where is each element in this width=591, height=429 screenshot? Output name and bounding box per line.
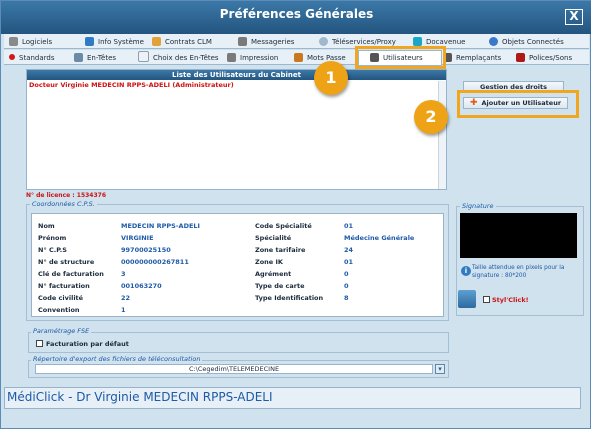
cps-value: VIRGINIE xyxy=(121,234,154,242)
styl-click-label: Styl'Click! xyxy=(492,296,529,304)
highlight-add-user xyxy=(457,90,579,118)
cps-label: Prénom xyxy=(38,234,67,242)
export-legend: Répertoire d'export des fichiers de télé… xyxy=(31,355,203,363)
cps-label: Zone tarifaire xyxy=(255,246,306,254)
cps-value: Médecine Générale xyxy=(344,234,415,242)
cps-legend: Coordonnées C.P.S. xyxy=(30,200,97,208)
cps-value: 01 xyxy=(344,258,354,266)
mail-icon xyxy=(238,37,247,46)
tab-impression[interactable]: Impression xyxy=(227,51,278,65)
license-number: N° de licence : 1534376 xyxy=(26,192,107,199)
cps-value: 1 xyxy=(121,306,126,314)
tab-contrats-clm[interactable]: Contrats CLM xyxy=(152,35,212,49)
wireless-icon xyxy=(489,37,498,46)
billing-default-checkbox[interactable] xyxy=(36,340,43,347)
tab-logiciels[interactable]: Logiciels xyxy=(9,35,52,49)
cps-label: Zone IK xyxy=(255,258,283,266)
cps-value: 22 xyxy=(121,294,131,302)
tab-objets-connectes[interactable]: Objets Connectés xyxy=(489,35,564,49)
cps-label: N° facturation xyxy=(38,282,90,290)
info-icon: i xyxy=(461,266,471,276)
browse-folder-icon[interactable]: ▾ xyxy=(435,364,445,374)
cps-label: N° de structure xyxy=(38,258,95,266)
cps-label: Agrément xyxy=(255,270,292,278)
billing-default-label: Facturation par défaut xyxy=(46,340,129,348)
cps-value: 0 xyxy=(344,270,349,278)
pencil-icon xyxy=(152,37,161,46)
signature-info: Taille attendue en pixels pour la signat… xyxy=(472,265,565,279)
users-list-header: Liste des Utilisateurs du Cabinet xyxy=(27,70,446,80)
tab-polices-sons[interactable]: Polices/Sons xyxy=(516,51,572,65)
cps-value: 99700025150 xyxy=(121,246,171,254)
cps-label: Convention xyxy=(38,306,80,314)
cps-value: 24 xyxy=(344,246,354,254)
key-icon xyxy=(294,53,303,62)
users-list-scrollbar[interactable] xyxy=(438,81,446,189)
styl-click-checkbox[interactable] xyxy=(483,296,490,303)
cps-label: Type Identification xyxy=(255,294,324,302)
scan-icon[interactable] xyxy=(458,290,476,308)
dot-icon xyxy=(9,54,15,60)
cps-label: Code Spécialité xyxy=(255,222,312,230)
tab-standards[interactable]: Standards xyxy=(9,51,55,65)
wrench-icon xyxy=(9,37,18,46)
cps-label: Code civilité xyxy=(38,294,84,302)
signature-legend: Signature xyxy=(460,202,496,210)
cps-label: Type de carte xyxy=(255,282,305,290)
doc-icon xyxy=(138,51,149,62)
cps-label: N° C.P.S xyxy=(38,246,67,254)
list-item[interactable]: Docteur Virginie MEDECIN RPPS-ADELI (Adm… xyxy=(29,81,234,89)
export-path-field[interactable]: C:\Cegedim\TELEMEDECINE xyxy=(35,364,433,374)
tab-choix-en-tetes[interactable]: Choix des En-Têtes xyxy=(138,51,219,65)
window-title: Préférences Générales xyxy=(219,7,374,21)
tab-messageries[interactable]: Messageries xyxy=(238,35,294,49)
font-icon xyxy=(516,53,525,62)
cps-value: 0 xyxy=(344,282,349,290)
cps-value: 000000000267811 xyxy=(121,258,189,266)
preferences-window: Préférences Générales X Logiciels Info S… xyxy=(0,0,591,429)
tab-en-tetes[interactable]: En-Têtes xyxy=(74,51,116,65)
globe-icon xyxy=(319,37,328,46)
signature-image[interactable] xyxy=(460,213,577,258)
cps-value: 3 xyxy=(121,270,126,278)
cps-value: 001063270 xyxy=(121,282,162,290)
callout-1: 1 xyxy=(314,61,348,95)
highlight-utilisateurs-tab xyxy=(355,46,446,69)
callout-2: 2 xyxy=(414,100,448,134)
close-button[interactable]: X xyxy=(565,9,583,25)
cps-label: Nom xyxy=(38,222,55,230)
cps-value: 8 xyxy=(344,294,349,302)
tab-info-systeme[interactable]: Info Système xyxy=(85,35,144,49)
header-icon xyxy=(74,53,83,62)
cps-value: MEDECIN RPPS-ADELI xyxy=(121,222,200,230)
tab-remplacants[interactable]: Remplaçants xyxy=(443,51,501,65)
status-text: MédiClick - Dr Virginie MEDECIN RPPS-ADE… xyxy=(7,390,273,404)
fse-legend: Paramétrage FSE xyxy=(31,327,92,335)
cps-label: Spécialité xyxy=(255,234,292,242)
cps-label: Clé de facturation xyxy=(38,270,104,278)
docavenue-icon xyxy=(413,37,422,46)
info-icon xyxy=(85,37,94,46)
cps-value: 01 xyxy=(344,222,354,230)
printer-icon xyxy=(227,53,236,62)
